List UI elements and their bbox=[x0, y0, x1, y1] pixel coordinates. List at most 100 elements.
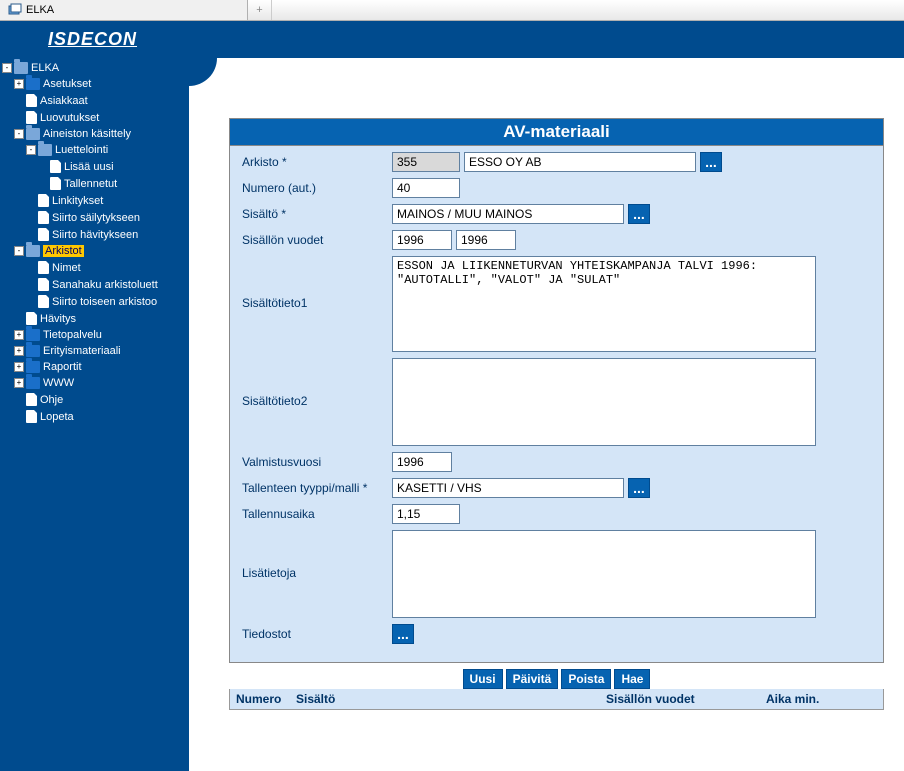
uusi-button[interactable]: Uusi bbox=[463, 669, 503, 689]
sidebar-tree: -ELKA+AsetuksetAsiakkaatLuovutukset-Aine… bbox=[0, 58, 189, 771]
tree-item[interactable]: + Erityismateriaali bbox=[0, 343, 189, 359]
tree-toggle-icon[interactable]: + bbox=[14, 330, 24, 340]
tree-item-label: Lisää uusi bbox=[64, 161, 114, 173]
tree-item[interactable]: +Tietopalvelu bbox=[0, 327, 189, 343]
sisalto-input[interactable] bbox=[392, 204, 624, 224]
col-vuodet: Sisällön vuodet bbox=[600, 689, 760, 709]
tallennusaika-input[interactable] bbox=[392, 504, 460, 524]
tree-item[interactable]: - ELKA bbox=[0, 60, 189, 76]
tree-toggle-icon[interactable]: - bbox=[2, 63, 12, 73]
arkisto-name-input[interactable] bbox=[464, 152, 696, 172]
sisaltotieto2-textarea[interactable] bbox=[392, 358, 816, 446]
tree-item[interactable]: Nimet bbox=[0, 259, 189, 276]
arkisto-code-input[interactable] bbox=[392, 152, 460, 172]
tree-item[interactable]: + WWW bbox=[0, 375, 189, 391]
tree-item-label: Raportit bbox=[43, 361, 82, 373]
sisaltotieto1-textarea[interactable]: ESSON JA LIIKENNETURVAN YHTEISKAMPANJA T… bbox=[392, 256, 816, 352]
tree-item-label: Arkistot bbox=[43, 245, 84, 257]
tree-item[interactable]: Sanahaku arkistoluett bbox=[0, 276, 189, 293]
col-numero: Numero bbox=[230, 689, 290, 709]
brand-bar: ISDECON bbox=[0, 21, 904, 58]
page-icon bbox=[38, 261, 49, 274]
tiedostot-lookup-button[interactable]: ... bbox=[392, 624, 414, 644]
tree-item-label: Nimet bbox=[52, 262, 81, 274]
tree-item[interactable]: + Raportit bbox=[0, 359, 189, 375]
app-icon bbox=[8, 3, 22, 17]
tree-item[interactable]: + Asetukset bbox=[0, 76, 189, 92]
tree-item[interactable]: Lisää uusi bbox=[0, 158, 189, 175]
tree-toggle-icon[interactable]: + bbox=[14, 378, 24, 388]
new-tab-button[interactable]: + bbox=[248, 0, 272, 20]
label-numero: Numero (aut.) bbox=[242, 178, 392, 195]
tree-item-label: Siirto hävitykseen bbox=[52, 229, 138, 241]
folder-open-icon bbox=[14, 62, 28, 74]
page-icon bbox=[26, 312, 37, 325]
folder-closed-icon bbox=[26, 361, 40, 373]
vuosi-to-input[interactable] bbox=[456, 230, 516, 250]
folder-closed-icon bbox=[26, 329, 40, 341]
tree-item-label: Linkitykset bbox=[52, 195, 103, 207]
tree-item-label: Siirto säilytykseen bbox=[52, 212, 140, 224]
tree-toggle-icon[interactable]: - bbox=[14, 129, 24, 139]
vuosi-from-input[interactable] bbox=[392, 230, 452, 250]
lisatietoja-textarea[interactable] bbox=[392, 530, 816, 618]
valmistusvuosi-input[interactable] bbox=[392, 452, 452, 472]
tree-item[interactable]: Siirto toiseen arkistoo bbox=[0, 293, 189, 310]
page-icon bbox=[26, 393, 37, 406]
tallenteen-tyyppi-input[interactable] bbox=[392, 478, 624, 498]
tree-item[interactable]: - Arkistot bbox=[0, 243, 189, 259]
arkisto-lookup-button[interactable]: ... bbox=[700, 152, 722, 172]
tree-item[interactable]: Siirto hävitykseen bbox=[0, 226, 189, 243]
tree-item[interactable]: - Aineiston käsittely bbox=[0, 126, 189, 142]
tallenteen-tyyppi-lookup-button[interactable]: ... bbox=[628, 478, 650, 498]
col-aika: Aika min. bbox=[760, 689, 883, 709]
tree-item-label: Asetukset bbox=[43, 78, 91, 90]
page-icon bbox=[26, 94, 37, 107]
tree-item-label: Erityismateriaali bbox=[43, 345, 121, 357]
tree-item[interactable]: Luovutukset bbox=[0, 109, 189, 126]
tree-item[interactable]: Hävitys bbox=[0, 310, 189, 327]
results-grid-header: Numero Sisältö Sisällön vuodet Aika min. bbox=[229, 689, 884, 710]
tree-item[interactable]: Lopeta bbox=[0, 408, 189, 425]
label-sisalto: Sisältö * bbox=[242, 204, 392, 221]
tree-item[interactable]: Siirto säilytykseen bbox=[0, 209, 189, 226]
paivita-button[interactable]: Päivitä bbox=[506, 669, 559, 689]
tree-item[interactable]: Tallennetut bbox=[0, 175, 189, 192]
form-body: Arkisto * ... Numero (aut.) Sisältö * bbox=[229, 146, 884, 663]
tree-item-label: ELKA bbox=[31, 62, 59, 74]
label-tallenteen-tyyppi: Tallenteen tyyppi/malli * bbox=[242, 478, 392, 495]
sisalto-lookup-button[interactable]: ... bbox=[628, 204, 650, 224]
tree-item[interactable]: Ohje bbox=[0, 391, 189, 408]
hae-button[interactable]: Hae bbox=[614, 669, 650, 689]
tree-item[interactable]: -Luettelointi bbox=[0, 142, 189, 158]
folder-open-icon bbox=[38, 144, 52, 156]
numero-input[interactable] bbox=[392, 178, 460, 198]
poista-button[interactable]: Poista bbox=[561, 669, 611, 689]
tree-item-label: Aineiston käsittely bbox=[43, 128, 131, 140]
page-icon bbox=[38, 228, 49, 241]
col-sisalto: Sisältö bbox=[290, 689, 600, 709]
page-icon bbox=[38, 278, 49, 291]
action-bar: Uusi Päivitä Poista Hae bbox=[229, 669, 884, 689]
form-title: AV-materiaali bbox=[229, 118, 884, 146]
tree-toggle-icon[interactable]: + bbox=[14, 362, 24, 372]
tree-toggle-icon[interactable]: + bbox=[14, 79, 24, 89]
page-icon bbox=[38, 194, 49, 207]
tree-toggle-icon[interactable]: + bbox=[14, 346, 24, 356]
tree-toggle-icon[interactable]: - bbox=[14, 246, 24, 256]
folder-open-icon bbox=[26, 245, 40, 257]
tree-toggle-icon[interactable]: - bbox=[26, 145, 36, 155]
label-lisatietoja: Lisätietoja bbox=[242, 530, 392, 580]
browser-tab[interactable]: ELKA bbox=[0, 0, 248, 20]
page-icon bbox=[38, 211, 49, 224]
folder-open-icon bbox=[26, 128, 40, 140]
label-arkisto: Arkisto * bbox=[242, 152, 392, 169]
page-icon bbox=[26, 111, 37, 124]
tree-item[interactable]: Linkitykset bbox=[0, 192, 189, 209]
tree-item-label: WWW bbox=[43, 377, 74, 389]
folder-closed-icon bbox=[26, 345, 40, 357]
label-sisaltotieto1: Sisältötieto1 bbox=[242, 256, 392, 310]
tree-item[interactable]: Asiakkaat bbox=[0, 92, 189, 109]
label-tiedostot: Tiedostot bbox=[242, 624, 392, 641]
tree-item-label: Tallennetut bbox=[64, 178, 117, 190]
